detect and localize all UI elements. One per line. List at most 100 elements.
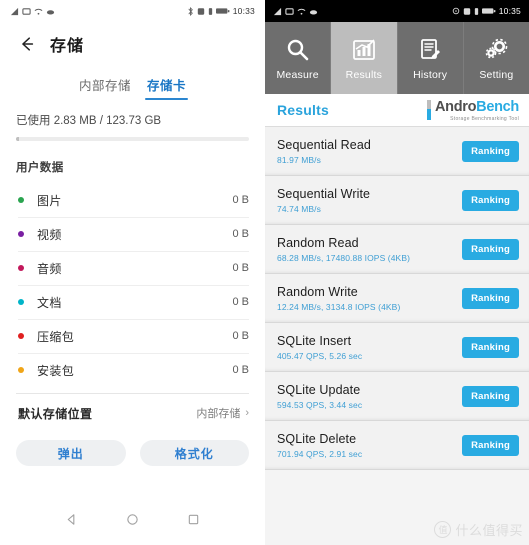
status-icons-left [10,7,55,16]
category-size: 0 B [232,262,249,274]
magnifier-icon [285,36,311,64]
category-dot-icon [18,333,24,339]
ranking-button[interactable]: Ranking [462,336,519,358]
result-value: 68.28 MB/s, 17480.88 IOPS (4KB) [277,252,411,263]
format-button[interactable]: 格式化 [139,440,249,466]
benchmark-results-list: Sequential Read 81.97 MB/s Ranking Seque… [265,127,529,470]
tab-setting[interactable]: Setting [464,22,529,94]
document-edit-icon [417,36,443,64]
result-title: Random Read [277,235,359,250]
storage-action-buttons: 弹出 格式化 [0,432,265,466]
category-name: 文档 [37,295,62,310]
table-row[interactable]: Sequential Write 74.74 MB/s Ranking [265,176,529,225]
tab-results[interactable]: Results [331,22,398,94]
screenshot-root: 10:33 存储 内部存储 存储卡 已使用 2.83 MB / 123.73 G… [0,0,529,545]
left-clock: 10:33 [232,6,255,16]
brand-name-second: Bench [476,98,519,115]
result-title: SQLite Insert [277,333,352,348]
back-arrow-icon[interactable] [18,35,36,53]
table-row[interactable]: SQLite Update 594.53 QPS, 3.44 sec Ranki… [265,372,529,421]
list-item[interactable]: 视频 0 B [0,217,265,251]
result-title: Random Write [277,284,358,299]
back-triangle-icon[interactable] [65,513,78,531]
result-value: 81.97 MB/s [277,154,321,165]
brand-name-first: Andro [434,98,477,115]
cloud-icon [309,7,318,16]
storage-app-bar: 存储 [0,22,265,66]
result-value: 594.53 QPS, 3.44 sec [277,399,363,410]
table-row[interactable]: SQLite Insert 405.47 QPS, 5.26 sec Ranki… [265,323,529,372]
status-icons-right: 10:35 [452,6,521,16]
ranking-button[interactable]: Ranking [462,434,519,456]
category-dot-icon [18,367,24,373]
category-name: 压缩包 [37,329,75,344]
result-value: 405.47 QPS, 5.26 sec [277,350,363,361]
list-item[interactable]: 文档 0 B [0,285,265,319]
ranking-button[interactable]: Ranking [462,140,519,162]
logo-bar-icon [426,100,431,120]
ranking-button[interactable]: Ranking [462,238,519,260]
ranking-button[interactable]: Ranking [462,287,519,309]
androbench-logo: AndroBench Storage Benchmarking Tool [426,98,519,122]
default-storage-location-row[interactable]: 默认存储位置 内部存储 › [0,394,265,432]
list-item[interactable]: 安装包 0 B [0,353,265,387]
tab-label: Setting [479,68,514,81]
signal-icon [273,7,282,16]
chevron-right-icon: › [245,407,249,419]
watermark-text: 什么值得买 [455,523,523,538]
list-item[interactable]: 音频 0 B [0,251,265,285]
category-dot-icon [18,231,24,237]
table-row[interactable]: Random Write 12.24 MB/s, 3134.8 IOPS (4K… [265,274,529,323]
bluetooth-icon [187,6,194,16]
brand-subtitle: Storage Benchmarking Tool [450,115,519,122]
right-status-bar: 10:35 [265,0,529,22]
list-item[interactable]: 图片 0 B [0,183,265,217]
category-name: 视频 [37,227,62,242]
sim-icon [22,7,31,16]
result-title: SQLite Update [277,382,361,397]
sim-icon [285,7,294,16]
category-size: 0 B [232,194,249,206]
default-location-label: 默认存储位置 [18,406,93,421]
ranking-button[interactable]: Ranking [462,385,519,407]
wifi-icon [34,7,43,16]
status-icons-left [273,7,318,16]
tab-history[interactable]: History [398,22,464,94]
tab-measure[interactable]: Measure [265,22,332,94]
default-location-value: 内部存储 [196,408,241,420]
category-size: 0 B [232,296,249,308]
category-list: 图片 0 B 视频 0 B 音频 0 B 文档 0 B 压缩包 0 B 安装包 … [0,183,265,387]
tab-sd-card[interactable]: 存储卡 [144,75,189,100]
category-size: 0 B [232,364,249,376]
battery-icon [215,7,230,15]
home-circle-icon[interactable] [126,513,139,531]
android-navigation-bar [0,505,265,539]
wifi-icon [297,7,306,16]
result-value: 12.24 MB/s, 3134.8 IOPS (4KB) [277,301,401,312]
category-dot-icon [18,299,24,305]
watermark: 值 什么值得买 [434,520,523,539]
table-row[interactable]: Sequential Read 81.97 MB/s Ranking [265,127,529,176]
results-title: Results [277,102,329,118]
left-status-bar: 10:33 [0,0,265,22]
eject-button[interactable]: 弹出 [16,440,126,466]
result-value: 701.94 QPS, 2.91 sec [277,448,363,459]
tab-internal-storage[interactable]: 内部存储 [79,75,131,100]
usage-summary: 已使用 2.83 MB / 123.73 GB [16,115,162,127]
list-item[interactable]: 压缩包 0 B [0,319,265,353]
table-row[interactable]: SQLite Delete 701.94 QPS, 2.91 sec Ranki… [265,421,529,470]
watermark-logo-icon: 值 [434,521,452,538]
alarm-icon [463,7,471,16]
category-dot-icon [18,197,24,203]
vibrate-icon [208,7,213,16]
result-title: Sequential Read [277,137,371,152]
battery-icon [481,7,496,15]
tab-label: History [413,68,448,81]
ranking-button[interactable]: Ranking [462,189,519,211]
gears-icon [483,36,509,64]
table-row[interactable]: Random Read 68.28 MB/s, 17480.88 IOPS (4… [265,225,529,274]
recents-square-icon[interactable] [187,513,200,531]
vibrate-icon [474,7,479,16]
cloud-icon [46,7,55,16]
default-location-value-group: 内部存储 › [196,405,249,421]
